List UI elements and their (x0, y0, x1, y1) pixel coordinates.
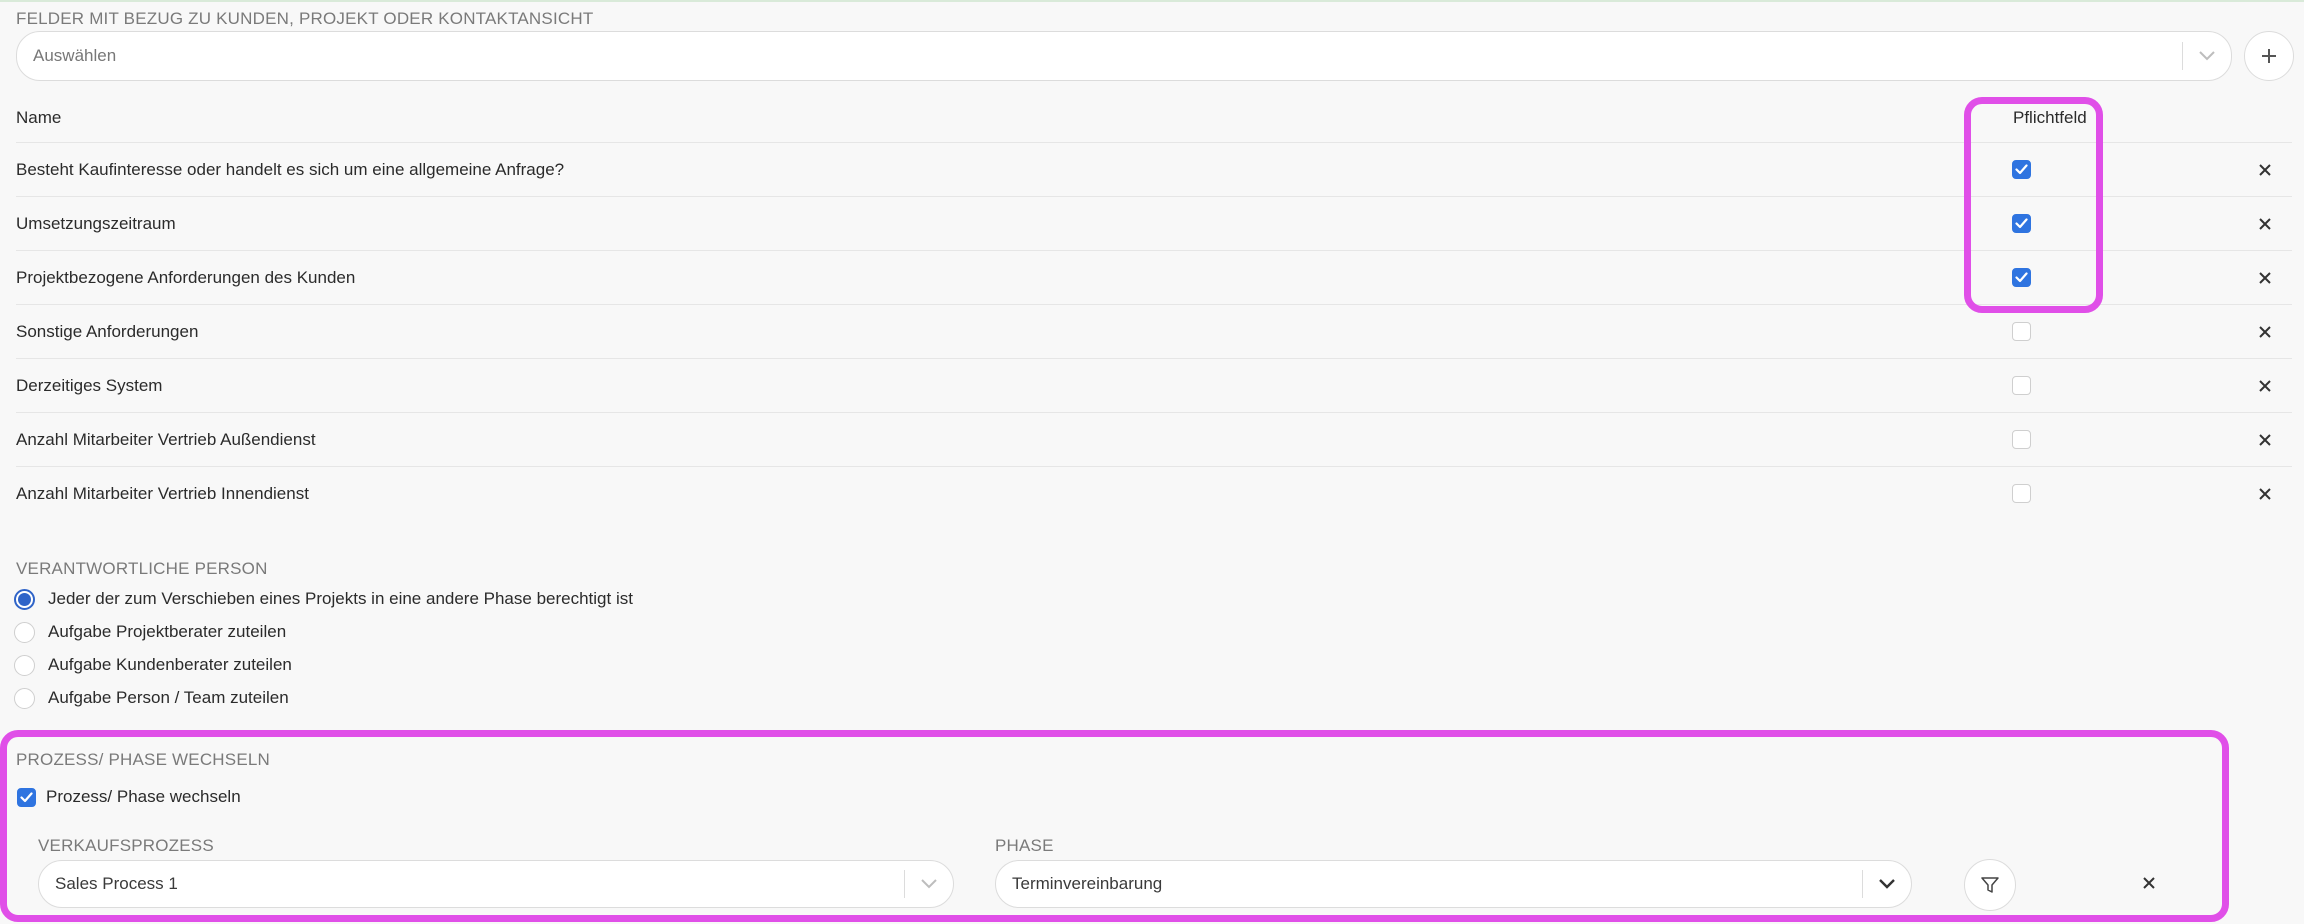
field-name: Besteht Kaufinteresse oder handelt es si… (16, 160, 565, 179)
plus-icon (2262, 49, 2276, 63)
remove-row-close-icon[interactable] (2255, 214, 2275, 234)
phase-select[interactable]: Terminvereinbarung (995, 860, 1912, 908)
chevron-down-icon[interactable] (905, 878, 953, 890)
radio-button[interactable] (14, 654, 35, 676)
radio-label: Aufgabe Person / Team zuteilen (48, 688, 289, 707)
sales-process-select[interactable]: Sales Process 1 (38, 860, 954, 908)
radio-option[interactable]: Aufgabe Person / Team zuteilen (14, 684, 289, 712)
add-field-button[interactable] (2244, 31, 2294, 81)
responsible-section-label: VERANTWORTLICHE PERSON (16, 559, 268, 578)
field-name: Projektbezogene Anforderungen des Kunden (16, 268, 356, 287)
fields-select[interactable]: Auswählen (16, 31, 2232, 81)
table-row: Besteht Kaufinteresse oder handelt es si… (16, 143, 2292, 197)
radio-option[interactable]: Aufgabe Projektberater zuteilen (14, 618, 286, 646)
process-change-checkbox[interactable] (17, 787, 36, 807)
field-name: Umsetzungszeitraum (16, 214, 176, 233)
field-name: Sonstige Anforderungen (16, 322, 199, 341)
required-checkbox[interactable] (2012, 268, 2031, 287)
page: FELDER MIT BEZUG ZU KUNDEN, PROJEKT ODER… (0, 0, 2304, 924)
process-change-option[interactable]: Prozess/ Phase wechseln (17, 787, 241, 807)
radio-label: Aufgabe Projektberater zuteilen (48, 622, 287, 641)
required-checkbox[interactable] (2012, 160, 2031, 179)
remove-row-close-icon[interactable] (2255, 322, 2275, 342)
table-row: Umsetzungszeitraum (16, 197, 2292, 251)
chevron-down-icon[interactable] (2183, 50, 2231, 62)
remove-row-close-icon[interactable] (2255, 376, 2275, 396)
fields-select-placeholder: Auswählen (33, 46, 117, 65)
top-divider (0, 0, 2304, 2)
table-row: Sonstige Anforderungen (16, 305, 2292, 359)
fields-section-label: FELDER MIT BEZUG ZU KUNDEN, PROJEKT ODER… (16, 9, 594, 28)
required-checkbox[interactable] (2012, 430, 2031, 449)
process-change-label: Prozess/ Phase wechseln (46, 787, 241, 806)
field-name: Derzeitiges System (16, 376, 163, 395)
table-row: Derzeitiges System (16, 359, 2292, 413)
radio-button[interactable] (14, 588, 35, 610)
column-header-name: Name (16, 108, 62, 127)
required-checkbox[interactable] (2012, 484, 2031, 503)
table-row: Anzahl Mitarbeiter Vertrieb Außendienst (16, 413, 2292, 467)
sales-process-label: VERKAUFSPROZESS (38, 836, 214, 855)
field-name: Anzahl Mitarbeiter Vertrieb Innendienst (16, 484, 309, 503)
phase-label: PHASE (995, 836, 1054, 855)
radio-button[interactable] (14, 621, 35, 643)
phase-value: Terminvereinbarung (1012, 874, 1163, 893)
table-row: Anzahl Mitarbeiter Vertrieb Innendienst (16, 467, 2292, 521)
remove-row-close-icon[interactable] (2255, 160, 2275, 180)
remove-row-close-icon[interactable] (2255, 268, 2275, 288)
table-row: Projektbezogene Anforderungen des Kunden (16, 251, 2292, 305)
radio-label: Aufgabe Kundenberater zuteilen (48, 655, 292, 674)
remove-row-close-icon[interactable] (2255, 430, 2275, 450)
sales-process-value: Sales Process 1 (55, 874, 178, 893)
chevron-down-icon[interactable] (1863, 878, 1911, 890)
required-checkbox[interactable] (2012, 322, 2031, 341)
remove-process-close-icon[interactable] (2139, 873, 2159, 893)
radio-button[interactable] (14, 687, 35, 709)
radio-label: Jeder der zum Verschieben eines Projekts… (48, 589, 633, 608)
remove-row-close-icon[interactable] (2255, 484, 2275, 504)
radio-option[interactable]: Jeder der zum Verschieben eines Projekts… (14, 585, 633, 613)
filter-button[interactable] (1964, 859, 2016, 911)
process-section-label: PROZESS/ PHASE WECHSELN (16, 750, 270, 769)
column-header-required: Pflichtfeld (2013, 108, 2087, 127)
filter-icon (1981, 877, 1999, 893)
required-checkbox[interactable] (2012, 214, 2031, 233)
required-checkbox[interactable] (2012, 376, 2031, 395)
field-name: Anzahl Mitarbeiter Vertrieb Außendienst (16, 430, 316, 449)
radio-option[interactable]: Aufgabe Kundenberater zuteilen (14, 651, 292, 679)
table-header: Name Pflichtfeld (16, 93, 2292, 143)
